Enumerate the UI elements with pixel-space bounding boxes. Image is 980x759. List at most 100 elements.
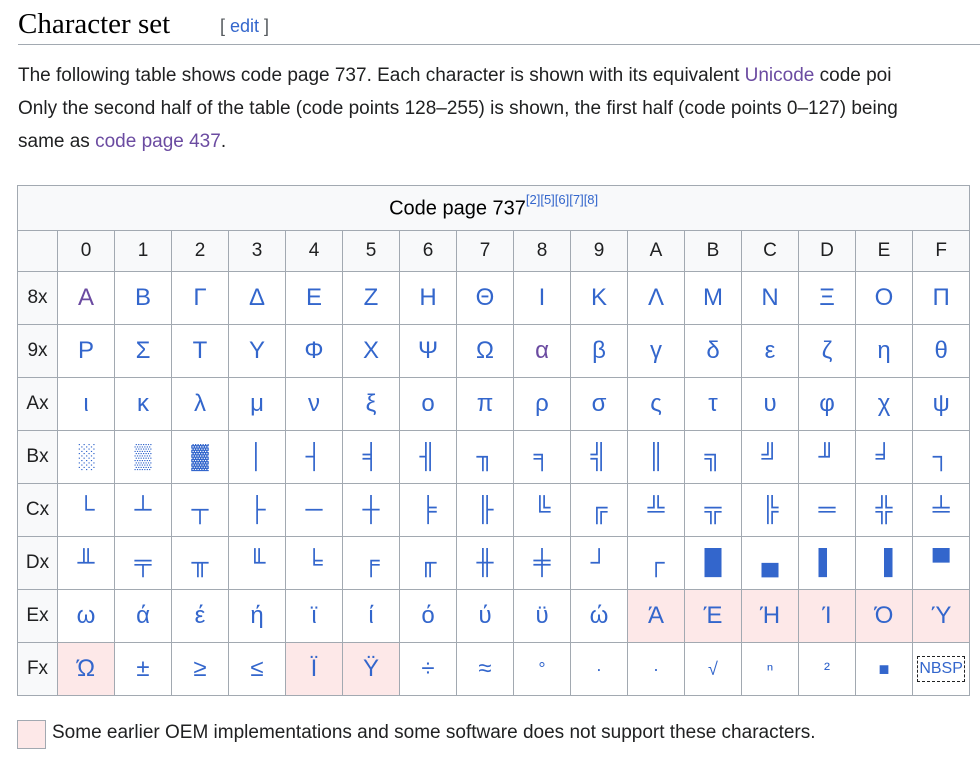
char-cell[interactable]: ╬ <box>855 483 913 537</box>
char-cell[interactable]: Ε <box>285 271 343 325</box>
char-cell[interactable]: ╙ <box>228 536 286 590</box>
char-cell[interactable]: ╨ <box>57 536 115 590</box>
char-cell[interactable]: Ζ <box>342 271 400 325</box>
char-cell[interactable]: ═ <box>798 483 856 537</box>
char-cell[interactable]: έ <box>171 589 229 643</box>
char-cell[interactable]: ╩ <box>627 483 685 537</box>
char-cell[interactable]: Σ <box>114 324 172 378</box>
char-cell[interactable]: ╡ <box>342 430 400 484</box>
char-cell[interactable]: ▒ <box>114 430 172 484</box>
char-cell[interactable]: Ύ <box>911 589 971 643</box>
char-cell[interactable]: χ <box>855 377 913 431</box>
char-cell[interactable]: ψ <box>911 377 971 431</box>
char-cell[interactable]: ω <box>57 589 115 643</box>
char-cell[interactable]: ά <box>114 589 172 643</box>
char-cell[interactable]: γ <box>627 324 685 378</box>
char-cell[interactable]: μ <box>228 377 286 431</box>
char-cell[interactable]: ς <box>627 377 685 431</box>
char-cell[interactable]: ┬ <box>171 483 229 537</box>
char-cell[interactable]: Κ <box>570 271 628 325</box>
char-cell[interactable]: ┌ <box>627 536 685 590</box>
char-cell[interactable]: Ή <box>741 589 799 643</box>
char-cell[interactable]: ≥ <box>171 642 229 696</box>
char-cell[interactable]: ϋ <box>513 589 571 643</box>
char-cell[interactable]: · <box>627 642 685 696</box>
char-cell[interactable]: ■ <box>855 642 913 696</box>
char-cell[interactable]: Λ <box>627 271 685 325</box>
char-cell[interactable]: ┐ <box>911 430 971 484</box>
char-cell[interactable]: Υ <box>228 324 286 378</box>
char-cell[interactable]: ┤ <box>285 430 343 484</box>
char-cell[interactable]: κ <box>114 377 172 431</box>
char-cell[interactable]: ι <box>57 377 115 431</box>
char-cell[interactable]: Β <box>114 271 172 325</box>
char-cell[interactable]: ± <box>114 642 172 696</box>
char-cell[interactable]: ┘ <box>570 536 628 590</box>
char-cell[interactable]: ▓ <box>171 430 229 484</box>
char-cell[interactable]: Ό <box>855 589 913 643</box>
char-cell[interactable]: ° <box>513 642 571 696</box>
char-cell[interactable]: ╜ <box>798 430 856 484</box>
char-cell[interactable]: ύ <box>456 589 514 643</box>
char-cell[interactable]: Ά <box>627 589 685 643</box>
char-cell[interactable]: ╧ <box>911 483 971 537</box>
char-cell[interactable]: ϊ <box>285 589 343 643</box>
char-cell[interactable]: ▀ <box>911 536 971 590</box>
char-cell[interactable]: Έ <box>684 589 742 643</box>
char-cell[interactable]: Ϊ <box>285 642 343 696</box>
char-cell[interactable]: Ο <box>855 271 913 325</box>
char-cell[interactable]: ╓ <box>399 536 457 590</box>
char-cell[interactable]: ╫ <box>456 536 514 590</box>
char-cell[interactable]: Ώ <box>57 642 115 696</box>
char-cell[interactable]: η <box>855 324 913 378</box>
char-cell[interactable]: ╞ <box>399 483 457 537</box>
char-cell[interactable]: ╠ <box>741 483 799 537</box>
char-cell[interactable]: Ι <box>513 271 571 325</box>
char-cell[interactable]: ┴ <box>114 483 172 537</box>
char-cell[interactable]: ό <box>399 589 457 643</box>
char-cell[interactable]: █ <box>684 536 742 590</box>
char-cell[interactable]: ├ <box>228 483 286 537</box>
char-cell[interactable]: ║ <box>627 430 685 484</box>
char-cell[interactable]: ╢ <box>399 430 457 484</box>
char-cell[interactable]: ρ <box>513 377 571 431</box>
char-cell[interactable]: └ <box>57 483 115 537</box>
char-cell[interactable]: ν <box>285 377 343 431</box>
char-cell[interactable]: α <box>513 324 571 378</box>
char-cell[interactable]: ╗ <box>684 430 742 484</box>
char-cell[interactable]: NBSP <box>911 642 971 696</box>
char-cell[interactable]: ≤ <box>228 642 286 696</box>
char-cell[interactable]: σ <box>570 377 628 431</box>
char-cell[interactable]: ▐ <box>855 536 913 590</box>
char-cell[interactable]: ί <box>342 589 400 643</box>
char-cell[interactable]: Χ <box>342 324 400 378</box>
char-cell[interactable]: ▄ <box>741 536 799 590</box>
code-page-437-link[interactable]: code page 437 <box>95 131 221 152</box>
char-cell[interactable]: ή <box>228 589 286 643</box>
char-cell[interactable]: √ <box>684 642 742 696</box>
char-cell[interactable]: θ <box>911 324 971 378</box>
char-cell[interactable]: Γ <box>171 271 229 325</box>
char-cell[interactable]: φ <box>798 377 856 431</box>
char-cell[interactable]: ╟ <box>456 483 514 537</box>
char-cell[interactable]: ≈ <box>456 642 514 696</box>
edit-link[interactable]: edit <box>230 16 259 36</box>
char-cell[interactable]: ┼ <box>342 483 400 537</box>
char-cell[interactable]: ο <box>399 377 457 431</box>
char-cell[interactable]: δ <box>684 324 742 378</box>
char-cell[interactable]: Α <box>57 271 115 325</box>
char-cell[interactable]: Ί <box>798 589 856 643</box>
char-cell[interactable]: ╕ <box>513 430 571 484</box>
char-cell[interactable]: Φ <box>285 324 343 378</box>
char-cell[interactable]: ώ <box>570 589 628 643</box>
char-cell[interactable]: ╖ <box>456 430 514 484</box>
char-cell[interactable]: ε <box>741 324 799 378</box>
char-cell[interactable]: Ϋ <box>342 642 400 696</box>
char-cell[interactable]: ─ <box>285 483 343 537</box>
caption-references[interactable]: [2][5][6][7][8] <box>526 192 598 207</box>
char-cell[interactable]: ╪ <box>513 536 571 590</box>
char-cell[interactable]: ╒ <box>342 536 400 590</box>
char-cell[interactable]: Τ <box>171 324 229 378</box>
char-cell[interactable]: ▌ <box>798 536 856 590</box>
unicode-link[interactable]: Unicode <box>745 65 815 86</box>
